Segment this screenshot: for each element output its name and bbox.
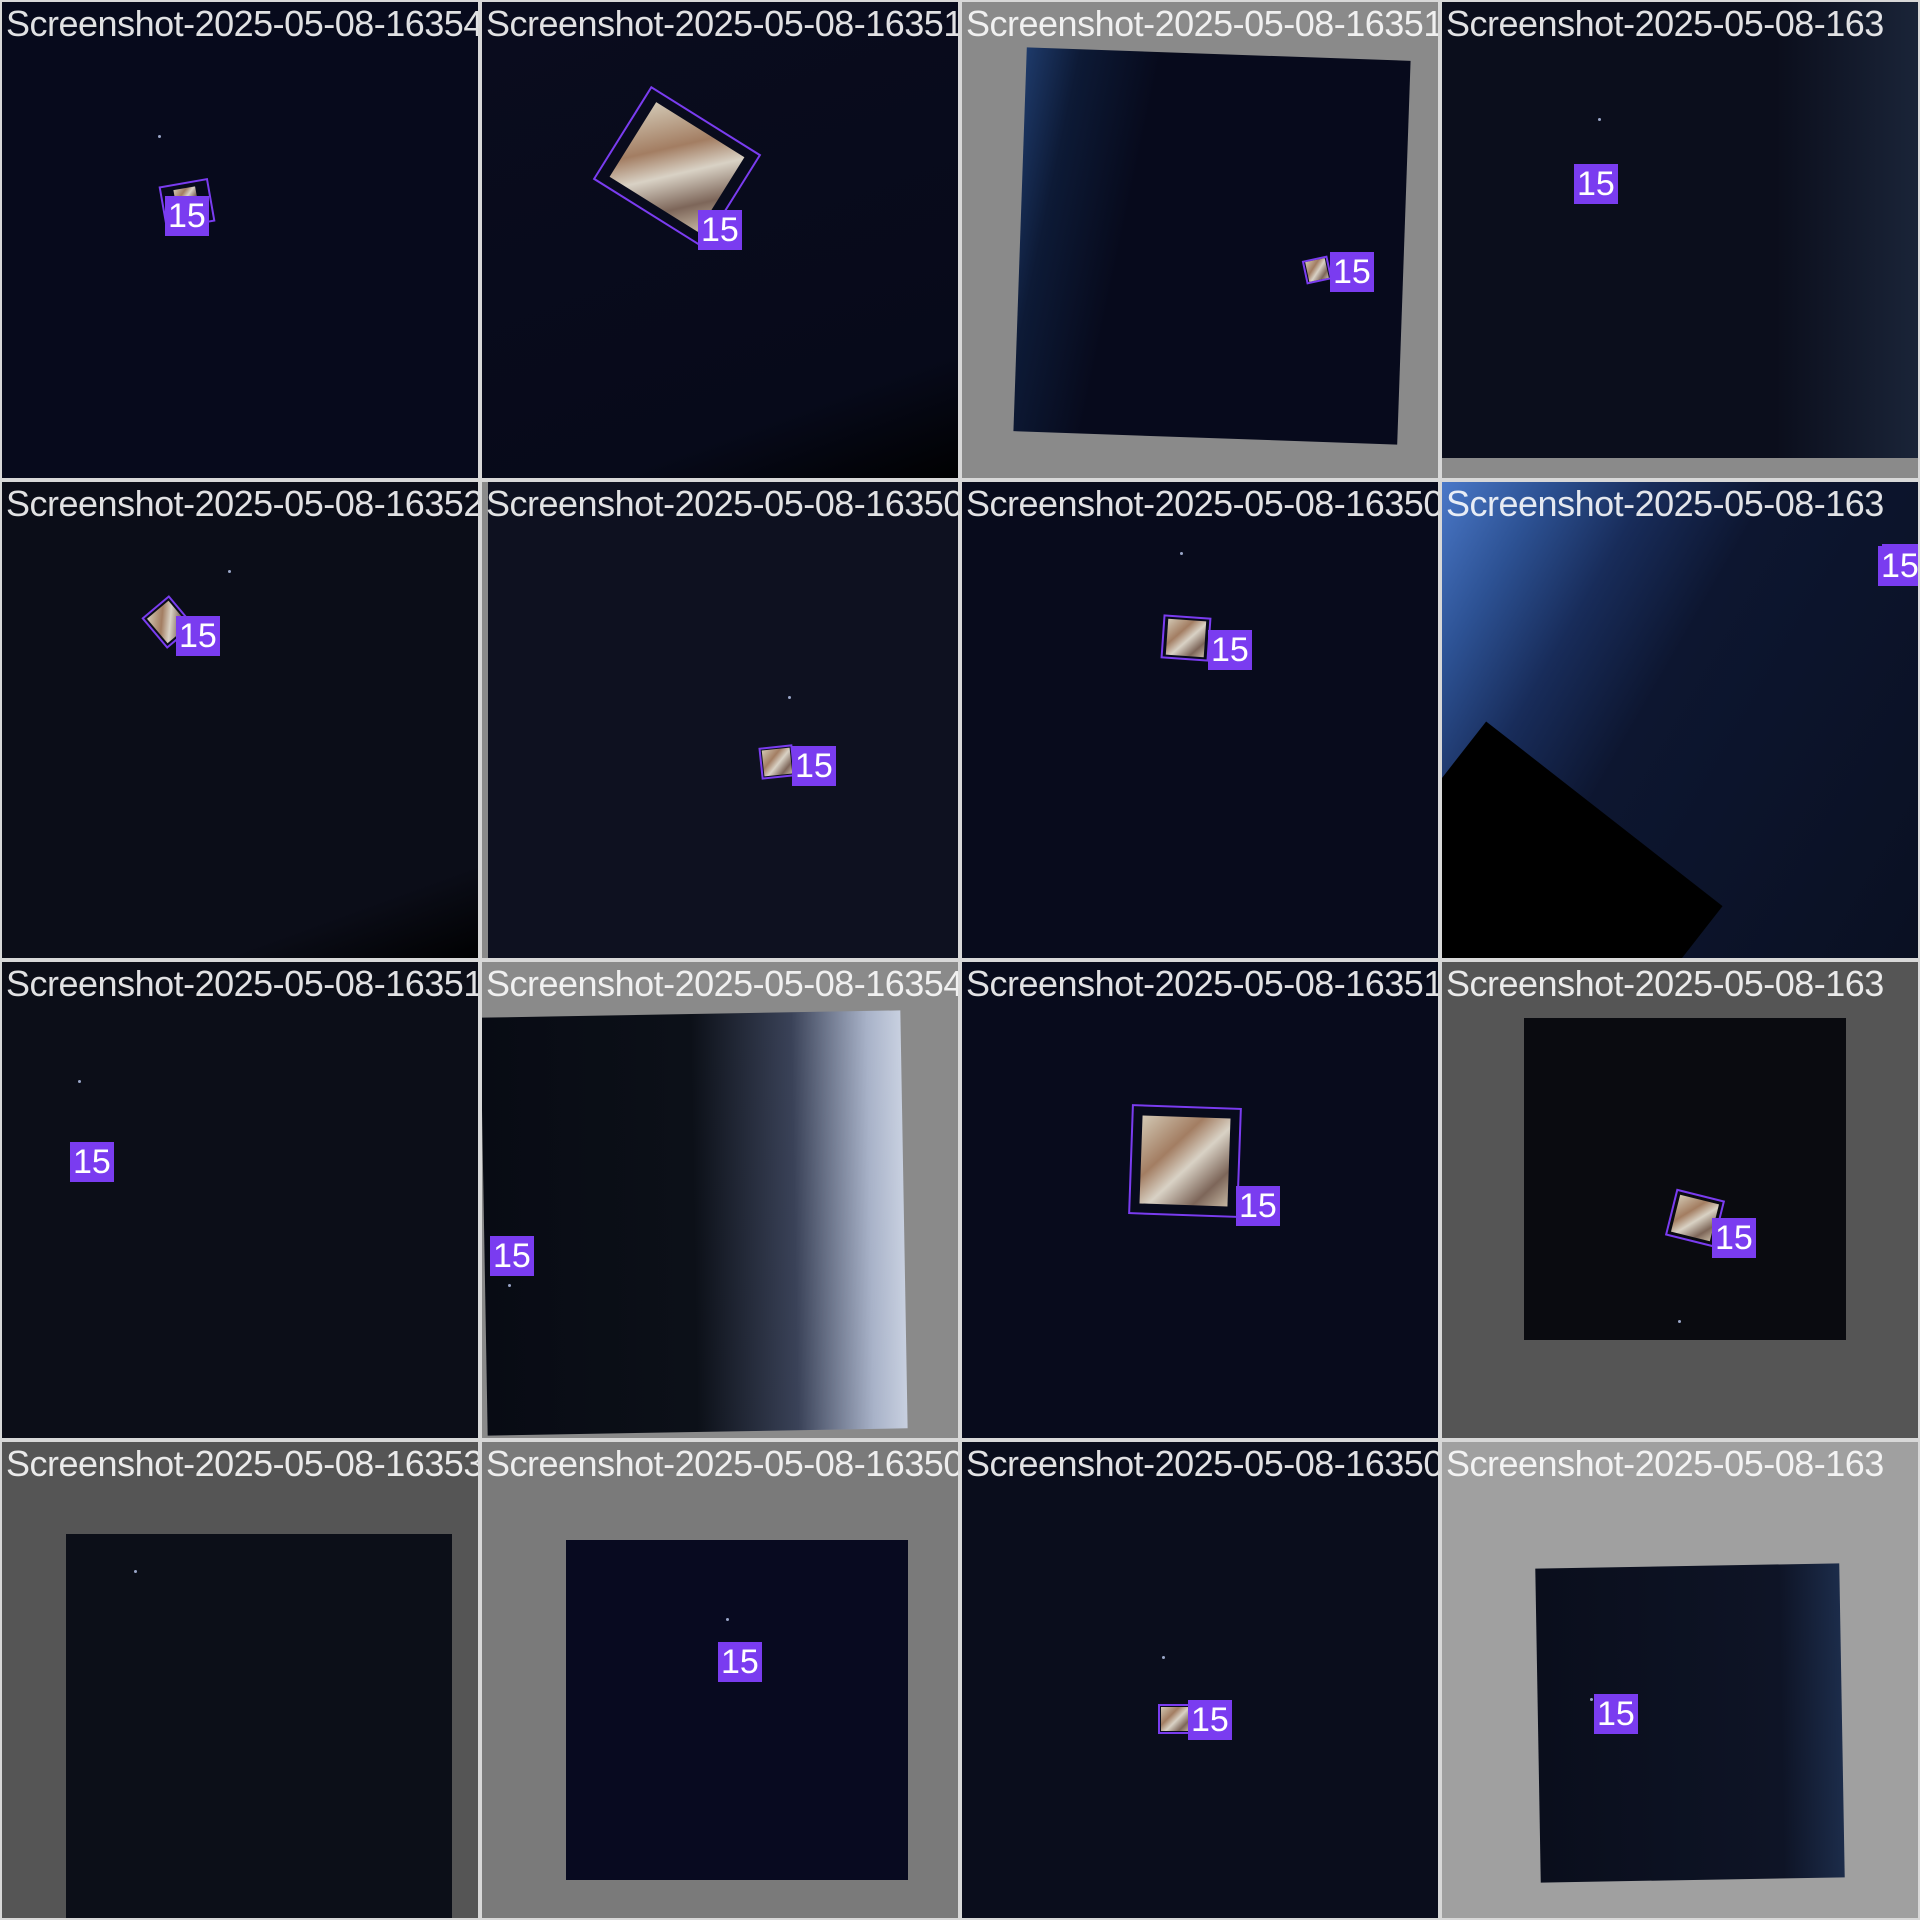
detection [1158,1704,1192,1734]
class-label: 15 [1594,1694,1638,1734]
tile-filename: Screenshot-2025-05-08-163 [1446,483,1884,524]
tile-photo [962,1442,1438,1918]
detection [1160,614,1212,662]
detection [1128,1104,1242,1218]
tile-filename: Screenshot-2025-05-08-163505-1_png.rf.84… [486,483,958,524]
tile-filename: Screenshot-2025-05-08-163505_png.rf.2882 [486,1443,960,1484]
satellite-object [1139,1115,1231,1207]
star-dot [726,1618,729,1621]
satellite-object [762,747,792,777]
tile-filename: Screenshot-2025-05-08-163511_png.rf.6282 [966,3,1440,44]
class-label: 15 [70,1142,114,1182]
tile: 15 Screenshot-2025-05-08-163518_png.rf.3… [480,0,960,480]
tile: 15 Screenshot-2025-05-08-163522_png.rf.1… [0,480,480,960]
tile-photo [66,1534,452,1918]
tile: 15 Screenshot-2025-05-08-163511_png.rf.6… [960,0,1440,480]
class-label: 15 [1574,164,1618,204]
mosaic-grid: 15 Screenshot-2025-05-08-163543_png.rf.1… [0,0,1920,1920]
star-dot [508,1284,511,1287]
tile: 15 Screenshot-2025-05-08-163511_png.rf.4… [0,960,480,1440]
tile-photo [2,482,478,958]
satellite-object [1161,1707,1189,1731]
star-dot [228,570,231,573]
star-dot [158,135,161,138]
tile-filename: Screenshot-2025-05-08-163 [1446,1443,1884,1484]
tile-filename: Screenshot-2025-05-08-163511_png.rf.4202 [6,963,480,1004]
tile-filename: Screenshot-2025-05-08-163518_png.rf.3882 [486,3,960,44]
star-dot [78,1080,81,1083]
star-dot [1678,1320,1681,1323]
tile: 15 Screenshot-2025-05-08-163 [1440,0,1920,480]
tile: 15 Screenshot-2025-05-08-163505-1_png.rf… [480,480,960,960]
tile-photo [482,1010,908,1436]
tile-photo [2,962,478,1438]
class-label: 15 [698,210,742,250]
tile-filename: Screenshot-2025-05-08-163505-1_png.rf.26… [966,1443,1440,1484]
tile-photo [1535,1563,1845,1883]
tile-filename: Screenshot-2025-05-08-163536_png.rf.1282 [6,1443,480,1484]
class-label: 15 [1236,1186,1280,1226]
star-dot [1590,1698,1593,1701]
class-label: 15 [165,196,209,236]
tile: 15 Screenshot-2025-05-08-163505-1_png.rf… [960,1440,1440,1920]
class-label: 15 [1208,630,1252,670]
star-dot [134,1570,137,1573]
detection [758,744,796,780]
tile: 15 Screenshot-2025-05-08-163518_png.rf.2… [960,960,1440,1440]
tile-photo [1013,47,1411,445]
tile-photo [962,482,1438,958]
star-dot [1180,552,1183,555]
class-label: 15 [1712,1218,1756,1258]
class-label: 15 [718,1642,762,1682]
tile-photo [1442,2,1918,458]
class-label: 15 [176,616,220,656]
tile: 15 Screenshot-2025-05-08-163505_png.rf.2… [960,480,1440,960]
tile-filename: Screenshot-2025-05-08-163522_png.rf.1202 [6,483,480,524]
tile: 15 Screenshot-2025-05-08-163543_png.rf.1… [0,0,480,480]
tile-photo [1524,1018,1846,1340]
tile-filename: Screenshot-2025-05-08-163 [1446,3,1884,44]
tile-filename: Screenshot-2025-05-08-163543_png.rf.1322 [6,3,480,44]
class-label: 15 [792,746,836,786]
tile-photo [1442,482,1918,958]
star-dot [1162,1656,1165,1659]
tile-photo [2,2,478,478]
tile-photo [488,482,958,958]
tile: 15 Screenshot-2025-05-08-163505_png.rf.2… [480,1440,960,1920]
class-label: 15 [1330,252,1374,292]
satellite-object [1165,619,1207,657]
class-label: 15 [490,1236,534,1276]
class-label: 15 [1188,1700,1232,1740]
tile-filename: Screenshot-2025-05-08-163505_png.rf.202 [966,483,1438,524]
tile-filename: Screenshot-2025-05-08-163518_png.rf.2011 [966,963,1440,1004]
class-label: 15 [1878,546,1918,586]
tile: 15 Screenshot-2025-05-08-163 [1440,480,1920,960]
tile-filename: Screenshot-2025-05-08-163543-1_png.rf.42… [486,963,958,1004]
tile: 15 Screenshot-2025-05-08-163543-1_png.rf… [480,960,960,1440]
tile-photo [566,1540,908,1880]
tile-filename: Screenshot-2025-05-08-163 [1446,963,1884,1004]
tile: 15 Screenshot-2025-05-08-163 [1440,960,1920,1440]
star-dot [788,696,791,699]
tile: 15 Screenshot-2025-05-08-163 [1440,1440,1920,1920]
tile: Screenshot-2025-05-08-163536_png.rf.1282 [0,1440,480,1920]
star-dot [1598,118,1601,121]
